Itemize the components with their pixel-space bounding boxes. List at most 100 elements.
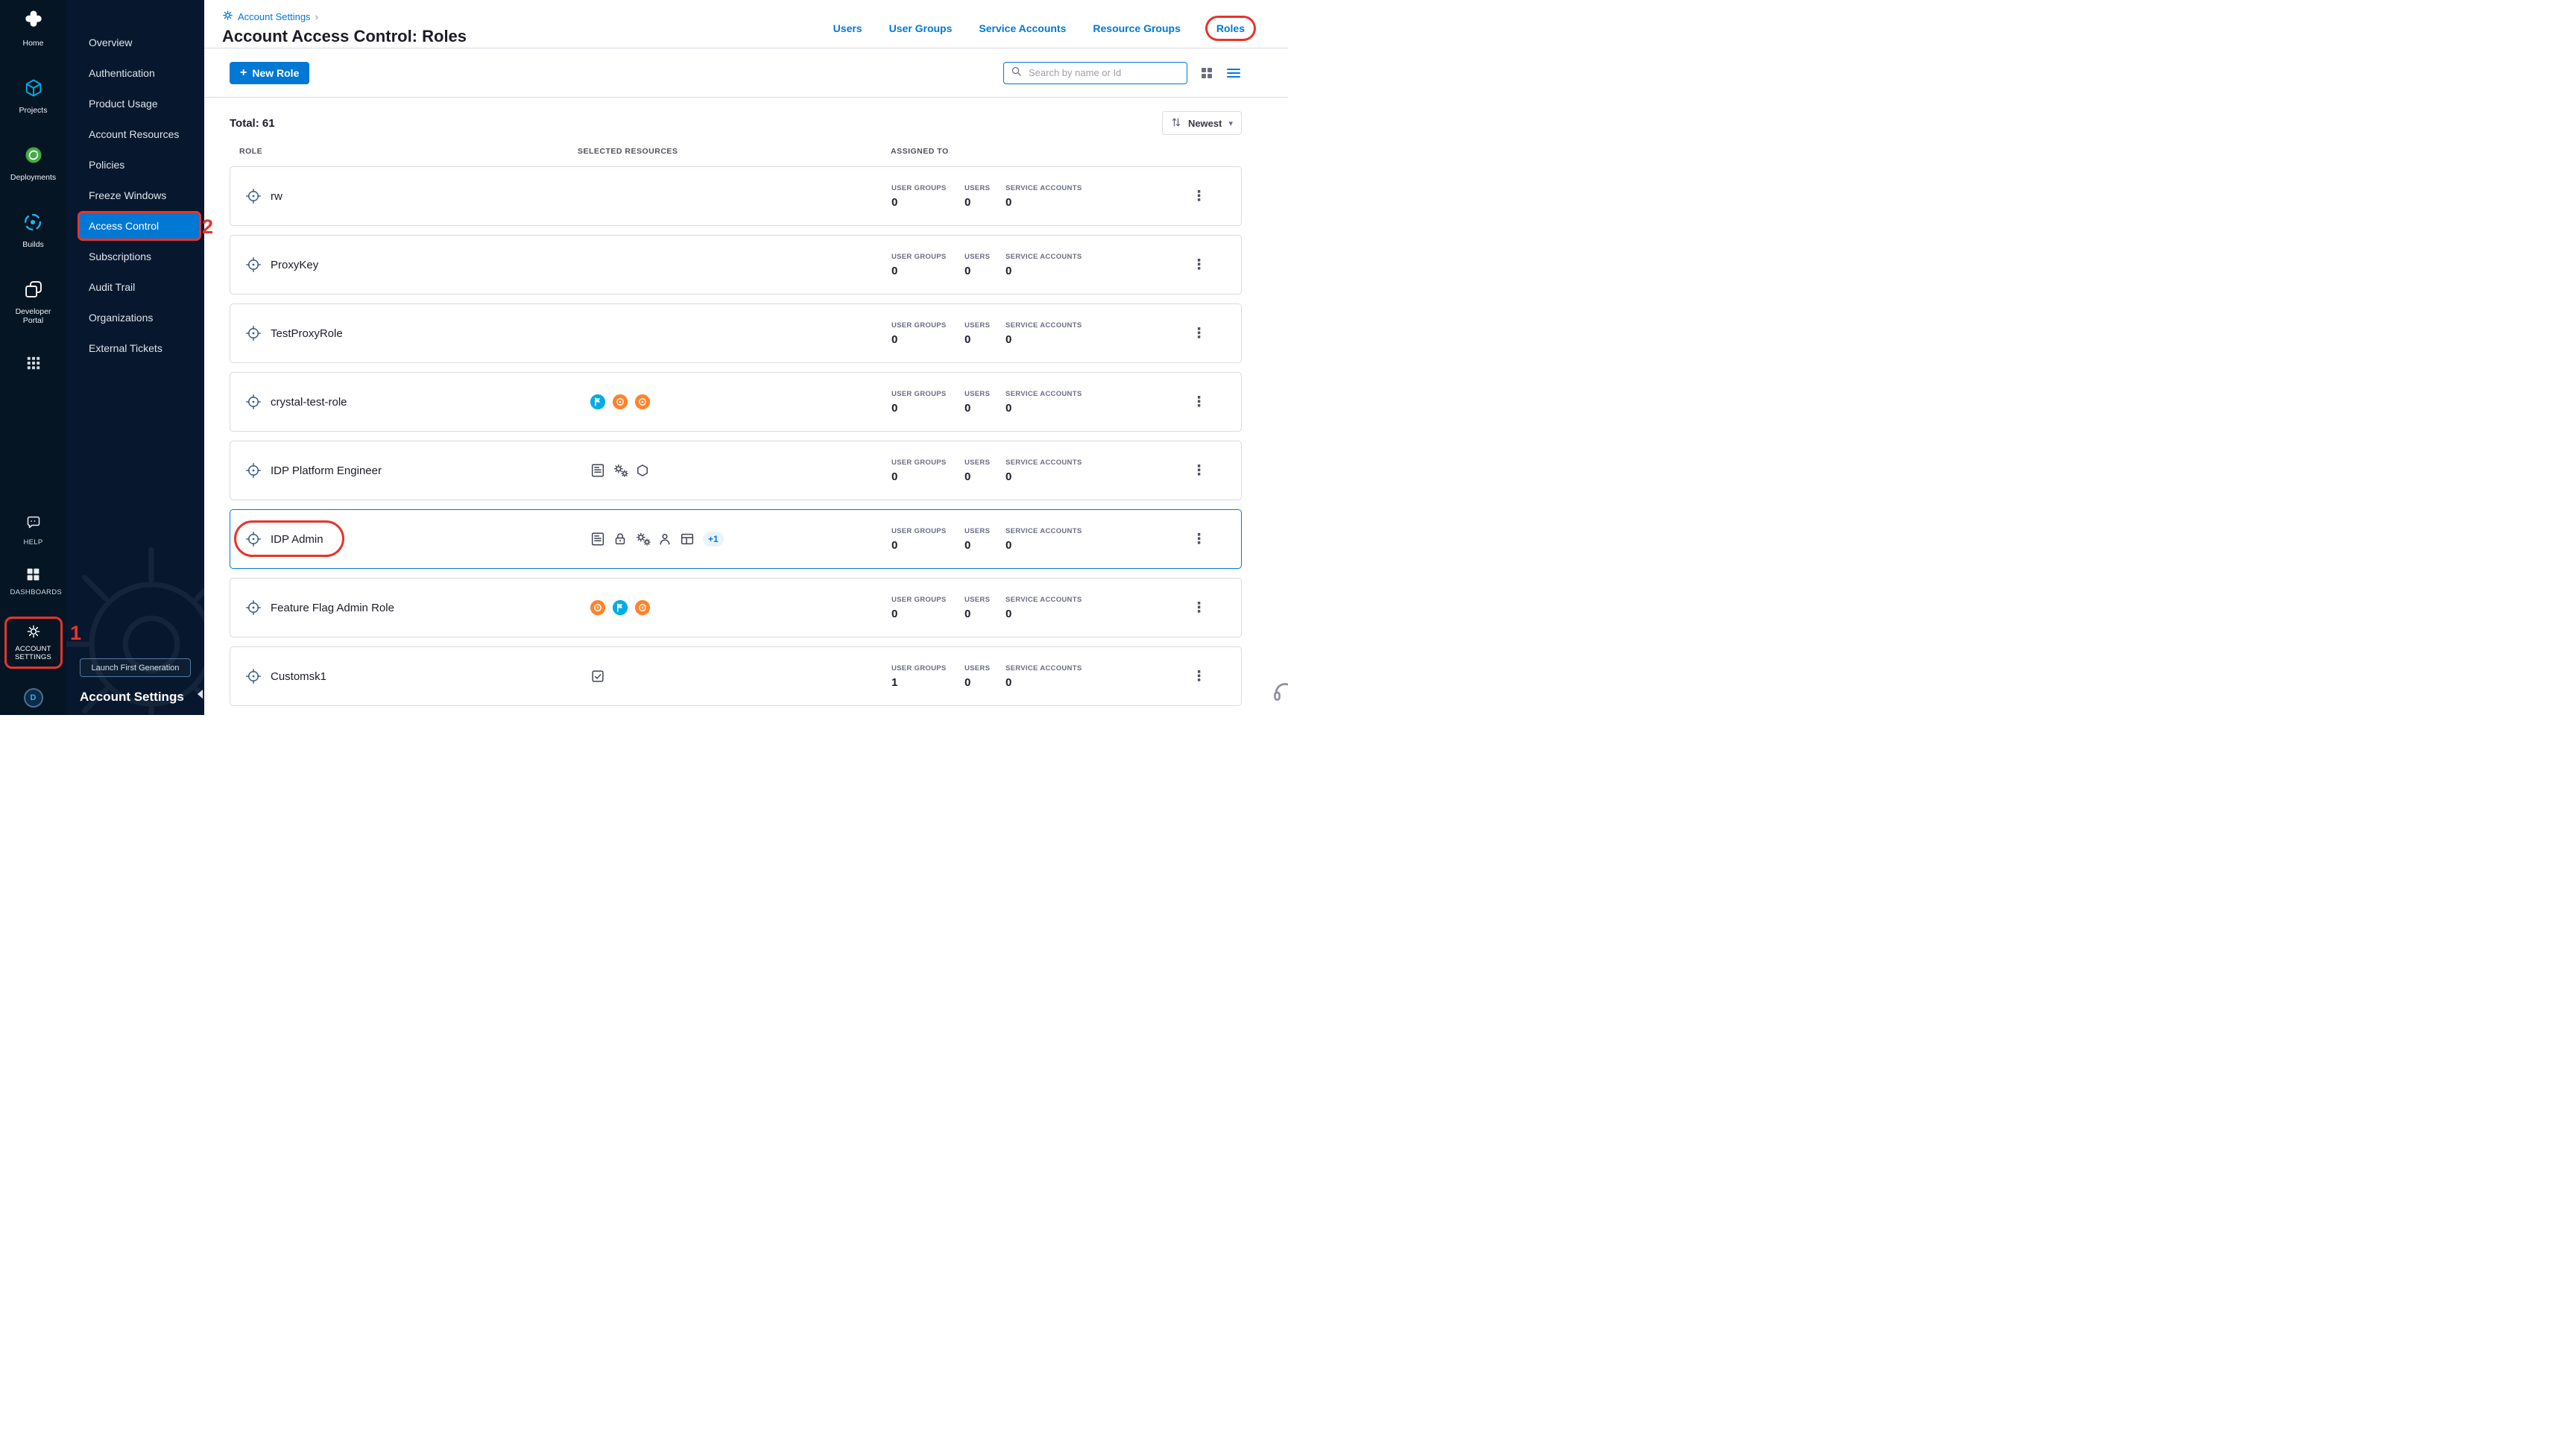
service-accounts-count: 0 [1006, 333, 1152, 346]
layout-icon [590, 462, 606, 479]
rail-item-help[interactable]: HELP [23, 514, 42, 547]
tab-service-accounts[interactable]: Service Accounts [979, 18, 1066, 39]
sidebar-item-freeze-windows[interactable]: Freeze Windows [80, 183, 199, 208]
role-crosshair-icon [244, 530, 262, 548]
launch-first-generation-button[interactable]: Launch First Generation [80, 658, 191, 677]
tab-users[interactable]: Users [833, 18, 862, 39]
sidebar-item-access-control[interactable]: Access Control [80, 213, 199, 239]
users-count: 0 [965, 333, 1006, 346]
user-groups-count: 0 [891, 539, 965, 552]
users-label: USERS [965, 184, 1006, 192]
search-input[interactable] [1027, 66, 1180, 79]
row-menu-button[interactable]: ⋮ [1182, 669, 1210, 684]
role-selected-resources [569, 462, 882, 479]
sidebar-item-account-resources[interactable]: Account Resources [80, 122, 199, 147]
sidebar-item-overview[interactable]: Overview [80, 30, 199, 55]
sidebar-item-product-usage[interactable]: Product Usage [80, 91, 199, 116]
service-accounts-label: SERVICE ACCOUNTS [1006, 321, 1152, 330]
user-groups-count: 0 [891, 402, 965, 415]
role-row[interactable]: IDP Admin +1 USER GROUPS0 USERS0 SERVICE… [230, 509, 1242, 569]
user-groups-count: 0 [891, 265, 965, 277]
rail-item-account-settings[interactable]: ACCOUNT SETTINGS [4, 617, 63, 669]
role-row[interactable]: Feature Flag Admin Role USER GROUPS0 USE… [230, 578, 1242, 637]
role-name[interactable]: rw [271, 190, 282, 203]
role-row[interactable]: crystal-test-role USER GROUPS0 USERS0 SE… [230, 372, 1242, 432]
plugins-icon [612, 462, 628, 479]
list-view-button[interactable] [1225, 66, 1242, 80]
service-accounts-count: 0 [1006, 676, 1152, 689]
users-label: USERS [965, 596, 1006, 604]
rail-label: Builds [22, 240, 44, 249]
builds-icon [22, 212, 43, 236]
breadcrumb-account-settings-link[interactable]: Account Settings [238, 11, 311, 22]
user-avatar[interactable]: D [24, 688, 43, 708]
row-menu-button[interactable]: ⋮ [1182, 257, 1210, 273]
rail-item-home[interactable]: Home [22, 9, 45, 48]
role-row[interactable]: ProxyKey USER GROUPS0 USERS0 SERVICE ACC… [230, 235, 1242, 294]
role-name[interactable]: Feature Flag Admin Role [271, 602, 394, 614]
rail-item-builds[interactable]: Builds [22, 212, 44, 249]
users-label: USERS [965, 253, 1006, 261]
sidebar-item-audit-trail[interactable]: Audit Trail [80, 274, 199, 300]
role-name[interactable]: Customsk1 [271, 670, 326, 683]
row-menu-button[interactable]: ⋮ [1182, 463, 1210, 479]
role-row[interactable]: IDP Platform Engineer USER GROUPS0 USERS… [230, 441, 1242, 500]
user-icon [657, 531, 673, 547]
rail-item-developer-portal[interactable]: Developer Portal [10, 279, 57, 325]
support-icon[interactable] [1272, 678, 1288, 709]
tab-roles[interactable]: Roles [1208, 18, 1254, 39]
new-role-button[interactable]: + New Role [230, 62, 309, 84]
total-count: Total: 61 [230, 117, 275, 130]
feature-flags-badge-icon [590, 394, 606, 410]
apps-grid-icon [25, 355, 42, 375]
row-menu-button[interactable]: ⋮ [1182, 394, 1210, 410]
checklist-icon [590, 668, 606, 684]
row-menu-button[interactable]: ⋮ [1182, 532, 1210, 547]
developer-portal-icon [23, 279, 44, 303]
deployments-icon [23, 145, 44, 169]
service-accounts-label: SERVICE ACCOUNTS [1006, 459, 1152, 467]
role-selected-resources [569, 599, 882, 616]
role-name[interactable]: ProxyKey [271, 259, 318, 271]
rail-item-deployments[interactable]: Deployments [10, 145, 56, 182]
role-name[interactable]: TestProxyRole [271, 327, 343, 340]
users-label: USERS [965, 321, 1006, 330]
tab-user-groups[interactable]: User Groups [889, 18, 953, 39]
role-row[interactable]: rw USER GROUPS0 USERS0 SERVICE ACCOUNTS0… [230, 166, 1242, 226]
main-content: Account Settings › Account Access Contro… [204, 0, 1288, 715]
user-groups-count: 0 [891, 608, 965, 620]
service-accounts-label: SERVICE ACCOUNTS [1006, 596, 1152, 604]
sidebar-item-authentication[interactable]: Authentication [80, 60, 199, 86]
user-groups-label: USER GROUPS [891, 459, 965, 467]
rail-item-projects[interactable]: Projects [19, 78, 48, 115]
chevron-right-icon: › [315, 11, 318, 22]
sidebar-item-organizations[interactable]: Organizations [80, 305, 199, 330]
sort-dropdown-label: Newest [1188, 118, 1222, 129]
service-accounts-label: SERVICE ACCOUNTS [1006, 664, 1152, 673]
tab-resource-groups[interactable]: Resource Groups [1093, 18, 1180, 39]
role-name[interactable]: IDP Platform Engineer [271, 464, 382, 477]
role-row[interactable]: TestProxyRole USER GROUPS0 USERS0 SERVIC… [230, 303, 1242, 363]
role-assigned-stats: USER GROUPS1 USERS0 SERVICE ACCOUNTS0 [882, 664, 1152, 689]
sort-dropdown[interactable]: Newest ▾ [1162, 111, 1242, 135]
feature-flags-badge-icon [612, 599, 628, 616]
rail-item-module-grid[interactable] [25, 355, 42, 375]
row-menu-button[interactable]: ⋮ [1182, 600, 1210, 616]
role-name[interactable]: IDP Admin [271, 533, 323, 546]
row-menu-button[interactable]: ⋮ [1182, 189, 1210, 204]
row-menu-button[interactable]: ⋮ [1182, 326, 1210, 341]
sidebar-item-policies[interactable]: Policies [80, 152, 199, 177]
rail-item-dashboards[interactable]: DASHBOARDS [10, 567, 57, 597]
board-icon [679, 531, 695, 547]
role-name[interactable]: crystal-test-role [271, 396, 347, 409]
sidebar-item-subscriptions[interactable]: Subscriptions [80, 244, 199, 269]
role-row[interactable]: Customsk1 USER GROUPS1 USERS0 SERVICE AC… [230, 646, 1242, 706]
user-groups-count: 0 [891, 196, 965, 209]
grid-view-button[interactable] [1199, 66, 1214, 81]
toolbar: + New Role [204, 48, 1288, 98]
sidebar-item-external-tickets[interactable]: External Tickets [80, 336, 199, 361]
collapse-sidebar-arrow-icon[interactable] [198, 690, 203, 699]
lock-icon [612, 531, 628, 547]
new-role-button-label: New Role [252, 67, 299, 79]
more-resources-badge[interactable]: +1 [703, 532, 724, 547]
